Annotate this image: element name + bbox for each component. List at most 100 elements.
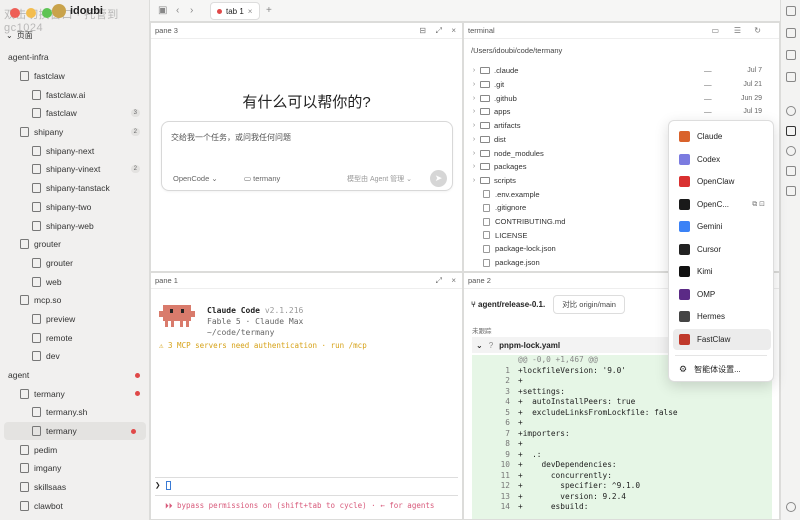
sidebar-item[interactable]: termany xyxy=(0,384,150,403)
split-icon[interactable]: ⊟ xyxy=(419,26,426,35)
sidebar-item-label: remote xyxy=(46,332,73,343)
agent-menu-item[interactable]: Gemini xyxy=(673,216,771,237)
close-window-button[interactable] xyxy=(10,8,20,18)
chart-icon[interactable] xyxy=(786,166,796,176)
files-icon[interactable] xyxy=(786,72,796,82)
close-tab-icon[interactable]: × xyxy=(248,7,253,16)
file-row[interactable]: › .claude — Jul 7 xyxy=(464,64,774,78)
prompt-input[interactable]: ❯ xyxy=(155,481,171,491)
sidebar-item[interactable]: shipany-two xyxy=(0,198,150,217)
sidebar-item[interactable]: grouter xyxy=(0,254,150,273)
agent-menu-item[interactable]: Kimi xyxy=(673,261,771,282)
close-icon[interactable]: × xyxy=(451,276,456,285)
task-input-box[interactable]: 交给我一个任务，或问我任何问题 OpenCode ⌄ ▭ termany 模型由… xyxy=(161,121,453,191)
agent-menu-item[interactable]: OMP xyxy=(673,284,771,305)
sidebar-item[interactable]: fastclaw.ai xyxy=(0,85,150,104)
file-icon xyxy=(32,164,41,175)
file-size: — xyxy=(704,66,712,76)
agent-logo-icon xyxy=(679,131,690,142)
agent-menu-item[interactable]: OpenClaw xyxy=(673,171,771,192)
sidebar-item[interactable]: shipany-tanstack xyxy=(0,179,150,198)
history-icon[interactable] xyxy=(786,146,796,156)
sidebar-item[interactable]: remote xyxy=(0,328,150,347)
agent-menu-label: Hermes xyxy=(697,312,726,321)
terminal-icon[interactable] xyxy=(786,50,796,60)
line-number: 1 xyxy=(505,365,510,375)
sidebar-item[interactable]: agent xyxy=(0,366,150,385)
panel-icon[interactable] xyxy=(786,28,796,38)
layout-icon[interactable] xyxy=(786,6,796,16)
line-text: + xyxy=(518,418,523,427)
file-icon xyxy=(483,231,490,240)
file-row[interactable]: › .git — Jul 21 xyxy=(464,78,774,92)
folder-icon xyxy=(480,163,490,171)
send-button[interactable]: ➤ xyxy=(430,170,447,187)
folder-select[interactable]: ▭ termany xyxy=(244,174,280,183)
status-dot xyxy=(135,391,140,397)
sidebar-item[interactable]: shipany-vinext 2 xyxy=(0,160,150,179)
zoom-window-button[interactable] xyxy=(42,8,52,18)
file-icon xyxy=(32,183,41,194)
activity-icon[interactable] xyxy=(786,186,796,196)
sidebar-item[interactable]: skillsaas xyxy=(0,478,150,497)
maximize-icon[interactable]: ⤢ xyxy=(436,276,442,286)
sidebar-toggle-icon[interactable]: ▣ xyxy=(158,5,167,16)
refresh-icon[interactable]: ↻ xyxy=(754,26,761,35)
sidebar-item[interactable]: clawbot xyxy=(0,497,150,516)
sidebar-item[interactable]: grouter xyxy=(0,235,150,254)
tab-1[interactable]: tab 1 × xyxy=(210,2,260,20)
agent-menu-item[interactable]: FastClaw xyxy=(673,328,771,350)
close-icon[interactable]: × xyxy=(451,26,456,35)
sidebar-item[interactable]: mcp.so xyxy=(0,291,150,310)
file-row[interactable]: › .github — Jun 29 xyxy=(464,91,774,105)
minimize-window-button[interactable] xyxy=(26,8,36,18)
agent-menu-item[interactable]: OpenC... ⧉ ⊡ xyxy=(673,194,771,215)
folder-icon xyxy=(480,176,490,184)
agent-menu-item[interactable]: Cursor xyxy=(673,239,771,260)
agent-logo-icon xyxy=(679,243,690,255)
sidebar-item[interactable]: termany xyxy=(4,421,146,441)
sidebar-item[interactable]: dev xyxy=(0,347,150,366)
sidebar-item[interactable]: termany.sh xyxy=(0,403,150,422)
agent-menu-item[interactable]: Hermes xyxy=(673,306,771,327)
agent-menu-item[interactable]: Claude xyxy=(673,126,771,147)
forward-icon[interactable]: › xyxy=(190,5,193,16)
new-tab-icon[interactable]: + xyxy=(266,5,272,16)
agent-settings-item[interactable]: ⚙ 智能体设置... xyxy=(673,359,771,380)
sidebar-item[interactable]: shipany 2 xyxy=(0,123,150,142)
folder-icon xyxy=(480,135,490,143)
folder-icon[interactable]: ▭ xyxy=(711,26,719,35)
model-select[interactable]: 模型由 Agent 管理 ⌄ xyxy=(347,174,412,184)
maximize-icon[interactable]: ⤢ xyxy=(436,26,442,36)
list-view-icon[interactable]: ☰ xyxy=(734,26,741,35)
file-icon xyxy=(483,217,490,226)
folder-select-value: termany xyxy=(253,174,281,183)
globe-icon[interactable] xyxy=(786,106,796,116)
sidebar-item[interactable]: preview xyxy=(0,310,150,329)
sidebar-item[interactable]: fastclaw xyxy=(0,67,150,86)
sidebar-item[interactable]: shipany-web xyxy=(0,216,150,235)
task-input[interactable]: 交给我一个任务，或问我任何问题 xyxy=(171,132,291,143)
back-icon[interactable]: ‹ xyxy=(176,5,179,16)
pane-header: terminal ▭ ☰ ↻ xyxy=(464,23,779,39)
agent-logo-icon xyxy=(679,333,690,345)
file-row[interactable]: › apps — Jul 19 xyxy=(464,105,774,119)
file-status-icon: ? xyxy=(488,340,494,350)
agent-settings-label: 智能体设置... xyxy=(694,365,741,374)
sidebar-item[interactable]: web xyxy=(0,272,150,291)
sidebar-item[interactable]: imgany xyxy=(0,459,150,478)
diff-line: 3 +settings: xyxy=(472,387,772,398)
agent-select[interactable]: OpenCode ⌄ xyxy=(173,174,218,183)
chevron-right-icon: › xyxy=(472,67,476,75)
compare-select[interactable]: 对比 origin/main xyxy=(553,295,625,314)
user-switcher[interactable]: idoubi xyxy=(52,4,103,18)
agent-item-actions-icon[interactable]: ⧉ ⊡ xyxy=(752,200,765,209)
sidebar-item[interactable]: agent-infra xyxy=(0,48,150,67)
sidebar-item[interactable]: pedim xyxy=(0,440,150,459)
agent-icon[interactable] xyxy=(786,126,796,136)
sidebar-item[interactable]: shipany-next xyxy=(0,141,150,160)
settings-icon[interactable] xyxy=(786,502,796,512)
sidebar-item[interactable]: fastclaw 3 xyxy=(0,104,150,123)
sidebar-header[interactable]: ⌄ 页面 xyxy=(6,30,33,41)
agent-menu-item[interactable]: Codex xyxy=(673,149,771,170)
